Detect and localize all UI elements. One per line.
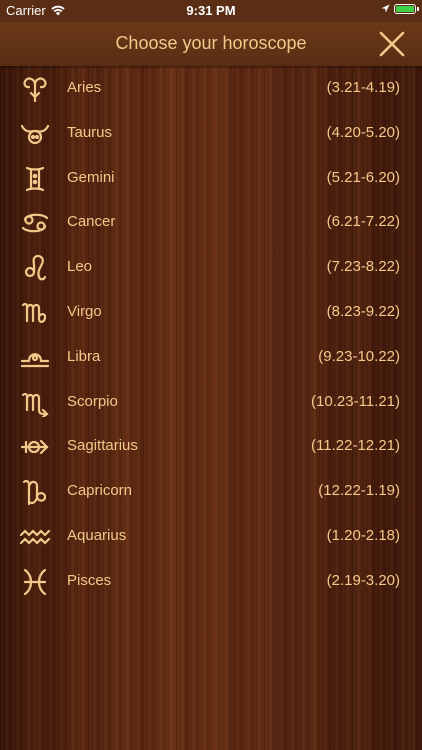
aries-icon [20, 75, 50, 103]
virgo-icon [20, 299, 50, 327]
sign-row-aquarius[interactable]: Aquarius (1.20-2.18) [0, 514, 422, 559]
gemini-icon [20, 165, 50, 193]
sign-row-taurus[interactable]: Taurus (4.20-5.20) [0, 111, 422, 156]
sign-row-cancer[interactable]: Cancer (6.21-7.22) [0, 200, 422, 245]
scorpio-icon [20, 389, 50, 417]
horoscope-list: Aries (3.21-4.19) Taurus (4.20-5.20) Gem… [0, 66, 422, 604]
taurus-icon [20, 120, 50, 148]
sign-dates: (5.21-6.20) [326, 168, 400, 186]
sign-row-libra[interactable]: Libra (9.23-10.22) [0, 335, 422, 380]
sign-name: Aquarius [67, 526, 127, 544]
nav-bar: Choose your horoscope [0, 22, 422, 66]
sign-name: Virgo [67, 302, 102, 320]
sign-row-virgo[interactable]: Virgo (8.23-9.22) [0, 290, 422, 335]
close-button[interactable] [378, 30, 406, 58]
sign-row-pisces[interactable]: Pisces (2.19-3.20) [0, 559, 422, 604]
page-title: Choose your horoscope [115, 33, 307, 53]
location-arrow-icon [381, 4, 390, 13]
sign-dates: (1.20-2.18) [326, 526, 400, 544]
sign-name: Capricorn [67, 482, 133, 500]
sign-row-leo[interactable]: Leo (7.23-8.22) [0, 245, 422, 290]
libra-icon [20, 344, 50, 372]
sign-name: Pisces [67, 571, 112, 589]
sign-row-gemini[interactable]: Gemini (5.21-6.20) [0, 156, 422, 201]
cancer-icon [20, 209, 50, 237]
sign-dates: (11.22-12.21) [311, 437, 400, 455]
capricorn-icon [20, 478, 50, 506]
status-time: 9:31 PM [186, 3, 236, 18]
sign-dates: (4.20-5.20) [326, 123, 400, 141]
close-icon [379, 31, 405, 57]
sign-row-sagittarius[interactable]: Sagittarius (11.22-12.21) [0, 424, 422, 469]
status-bar: Carrier 9:31 PM [0, 0, 422, 22]
sagittarius-icon [20, 433, 50, 461]
sign-name: Taurus [67, 123, 113, 141]
leo-icon [20, 254, 50, 282]
sign-row-capricorn[interactable]: Capricorn (12.22-1.19) [0, 469, 422, 514]
sign-name: Sagittarius [67, 437, 138, 455]
sign-dates: (3.21-4.19) [326, 79, 400, 96]
sign-name: Gemini [67, 168, 115, 186]
sign-name: Leo [67, 258, 93, 276]
pisces-icon [20, 568, 50, 596]
sign-row-aries[interactable]: Aries (3.21-4.19) [0, 66, 422, 111]
aquarius-icon [20, 523, 50, 551]
sign-name: Cancer [67, 213, 116, 231]
sign-dates: (8.23-9.22) [326, 302, 400, 320]
sign-name: Scorpio [67, 392, 118, 410]
sign-dates: (6.21-7.22) [326, 213, 400, 231]
battery-icon [394, 4, 419, 14]
sign-dates: (9.23-10.22) [318, 347, 400, 365]
sign-dates: (2.19-3.20) [326, 571, 400, 589]
status-right [381, 4, 419, 14]
sign-dates: (10.23-11.21) [311, 392, 400, 410]
sign-name: Aries [67, 79, 102, 96]
sign-name: Libra [67, 347, 101, 365]
sign-row-scorpio[interactable]: Scorpio (10.23-11.21) [0, 380, 422, 425]
sign-dates: (12.22-1.19) [318, 482, 400, 500]
sign-dates: (7.23-8.22) [326, 258, 400, 276]
